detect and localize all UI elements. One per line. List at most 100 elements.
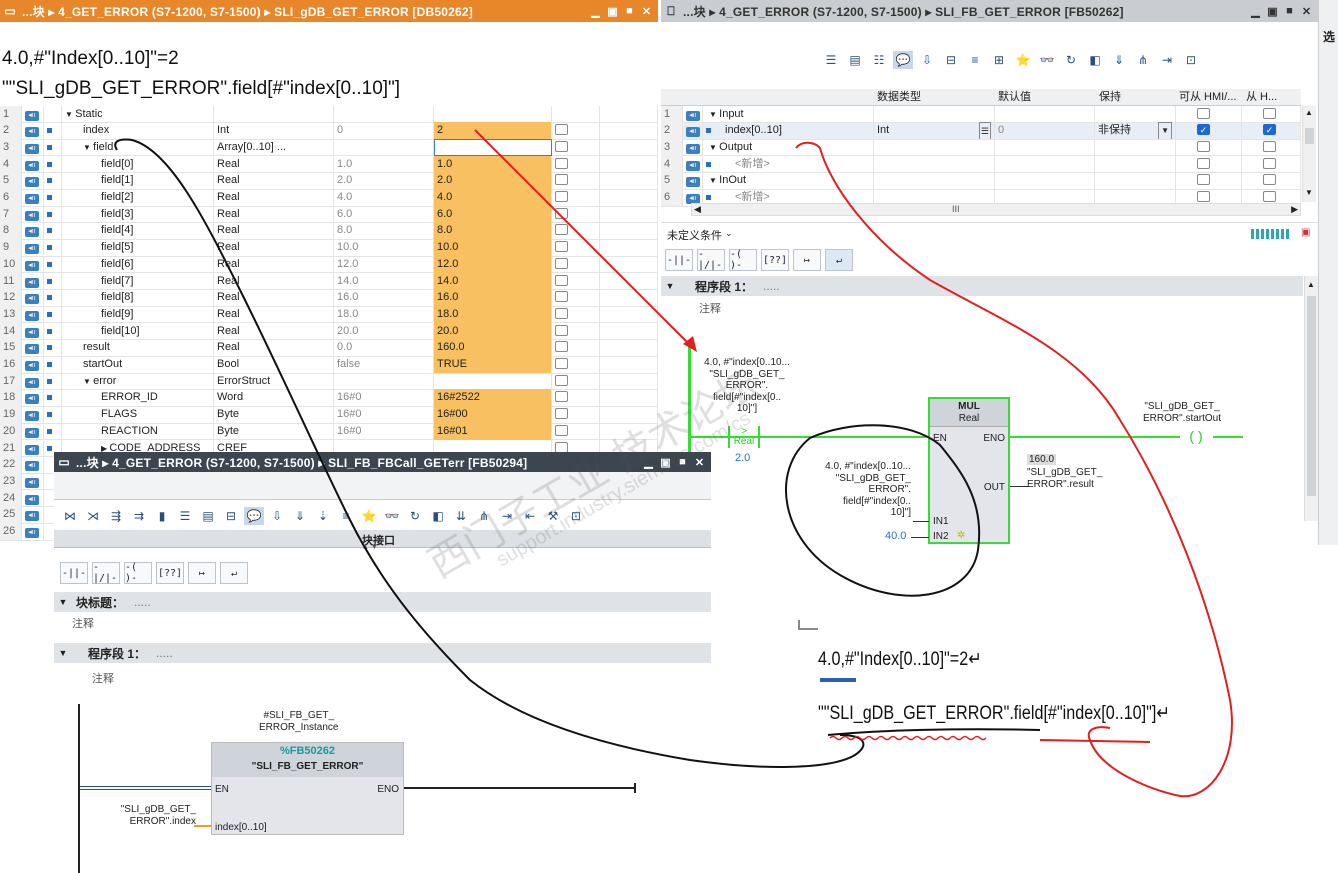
fb-call-block[interactable]: %FB50262 "SLI_FB_GET_ERROR" EN ENO index… xyxy=(211,742,404,835)
retain-checkbox[interactable] xyxy=(552,138,600,156)
iface-row[interactable]: 3 ◂ıı ▼ Output xyxy=(661,138,1301,157)
db-table-row[interactable]: 9 ◂ıı field[5] Real 10.0 10.0 xyxy=(0,239,658,257)
iface-default[interactable]: 0 xyxy=(995,122,1095,140)
checkbox-icon[interactable] xyxy=(555,207,568,219)
var-start-value[interactable] xyxy=(334,138,434,156)
db-table-row[interactable]: 20 ◂ıı REACTION Byte 16#0 16#01 xyxy=(0,422,658,441)
var-monitor-value[interactable]: 16#01 xyxy=(434,422,552,440)
retain-checkbox[interactable] xyxy=(552,272,600,290)
expand-toggle-icon[interactable]: ▼ xyxy=(83,377,93,386)
db-table-row[interactable]: 18 ◂ıı ERROR_ID Word 16#0 16#2522 xyxy=(0,389,658,407)
expand-toggle-icon[interactable]: ▼ xyxy=(709,110,719,119)
maximize-icon[interactable]: ■ xyxy=(623,5,636,18)
retain-checkbox[interactable] xyxy=(552,356,600,373)
block-title-header[interactable]: ▼ 块标题： ..... xyxy=(54,592,711,612)
checkbox-icon[interactable] xyxy=(555,441,568,453)
var-monitor-value[interactable]: TRUE xyxy=(434,356,552,373)
type-picker-icon[interactable]: ☰ xyxy=(978,122,991,140)
iface-type[interactable] xyxy=(874,172,995,190)
fb-segment-comment[interactable]: 注释 xyxy=(699,300,721,316)
expand-toggle-icon[interactable]: ▼ xyxy=(83,143,93,152)
monitor-icon[interactable]: 👓 xyxy=(1037,51,1057,69)
sort-icon[interactable]: ≡ xyxy=(965,51,985,69)
iface-type[interactable] xyxy=(874,138,995,156)
var-monitor-value[interactable]: 12.0 xyxy=(434,255,552,273)
checkbox-icon[interactable] xyxy=(1263,107,1276,119)
checkbox-icon[interactable] xyxy=(555,408,568,420)
retain-checkbox[interactable] xyxy=(552,155,600,173)
iface-hmi[interactable] xyxy=(1176,172,1242,190)
var-start-value[interactable]: 0.0 xyxy=(334,339,434,357)
move-icon[interactable]: ⇩ xyxy=(267,507,287,525)
iface-row[interactable]: 4 ◂ıı <新增> xyxy=(661,155,1301,174)
lines-icon[interactable]: ≡ xyxy=(336,507,356,525)
float-icon[interactable]: ▣ xyxy=(606,5,619,18)
favorites-chevron-icon[interactable]: ⌄ xyxy=(725,228,733,239)
var-monitor-value[interactable]: 18.0 xyxy=(434,305,552,323)
minimize-icon[interactable]: ▁ xyxy=(642,456,655,469)
var-start-value[interactable]: 2.0 xyxy=(334,172,434,190)
scroll-up-icon[interactable]: ▲ xyxy=(1305,108,1313,117)
iface-hmi[interactable] xyxy=(1176,105,1242,123)
var-start-value[interactable]: 14.0 xyxy=(334,272,434,290)
tools-icon[interactable]: ⚒ xyxy=(543,507,563,525)
var-monitor-value[interactable]: 16#00 xyxy=(434,406,552,424)
iface-row[interactable]: 1 ◂ıı ▼ Input xyxy=(661,105,1301,123)
var-start-value[interactable]: false xyxy=(334,356,434,373)
var-start-value[interactable]: 16.0 xyxy=(334,289,434,307)
iface-hscroll[interactable]: III ◀ ▶ xyxy=(691,203,1301,216)
var-monitor-value[interactable] xyxy=(434,138,552,156)
checkbox-icon[interactable] xyxy=(555,157,568,169)
checkbox-icon[interactable] xyxy=(555,174,568,186)
hdr-retain[interactable]: 保持 xyxy=(1096,89,1121,106)
var-monitor-value[interactable] xyxy=(434,105,552,123)
var-start-value[interactable]: 10.0 xyxy=(334,239,434,257)
expand-toggle-icon[interactable]: ▼ xyxy=(709,176,719,185)
retain-checkbox[interactable] xyxy=(552,372,600,390)
iface-default[interactable] xyxy=(995,138,1095,156)
outdent-icon[interactable]: ⇤ xyxy=(520,507,540,525)
var-start-value[interactable]: 18.0 xyxy=(334,305,434,323)
checkbox-icon[interactable]: ✓ xyxy=(1197,124,1210,136)
iface-from-h[interactable] xyxy=(1242,172,1301,190)
scroll-up-icon[interactable]: ▲ xyxy=(1307,280,1315,289)
iface-type[interactable] xyxy=(874,105,995,123)
checkbox-icon[interactable] xyxy=(1197,191,1210,202)
hdr-default[interactable]: 默认值 xyxy=(995,89,1031,106)
var-monitor-value[interactable]: 6.0 xyxy=(434,205,552,223)
nc-contact-button[interactable]: -|/|- xyxy=(92,562,120,584)
collapse-triangle-icon[interactable]: ▼ xyxy=(661,281,679,291)
db-table-row[interactable]: 1 ◂ıı ▼ Static xyxy=(0,105,658,123)
iface-row[interactable]: 5 ◂ıı ▼ InOut xyxy=(661,172,1301,190)
list-icon[interactable]: ☷ xyxy=(869,51,889,69)
db-table-row[interactable]: 12 ◂ıı field[8] Real 16.0 16.0 xyxy=(0,289,658,307)
expand-toggle-icon[interactable]: ▼ xyxy=(65,110,75,119)
db-table-row[interactable]: 2 ◂ıı index Int 0 2 xyxy=(0,122,658,140)
float-icon[interactable]: ▣ xyxy=(659,456,672,469)
retain-checkbox[interactable] xyxy=(552,406,600,424)
iface-hmi[interactable]: ✓ xyxy=(1176,122,1242,140)
filter-icon[interactable]: ⋔ xyxy=(474,507,494,525)
hdr-hmi[interactable]: 可从 HMI/... xyxy=(1176,89,1236,106)
retain-dropdown-icon[interactable]: ▼ xyxy=(1158,122,1172,140)
retain-checkbox[interactable] xyxy=(552,105,600,123)
nc-contact-button[interactable]: -|/|- xyxy=(697,249,725,271)
block-comment[interactable]: 注释 xyxy=(72,615,94,631)
retain-checkbox[interactable] xyxy=(552,322,600,340)
scroll-right-icon[interactable]: ▶ xyxy=(1291,204,1298,215)
iface-default[interactable] xyxy=(995,172,1095,190)
favorites-dropdown[interactable]: 未定义条件 xyxy=(667,227,722,243)
db-table-row[interactable]: 6 ◂ıı field[2] Real 4.0 4.0 xyxy=(0,189,658,207)
var-monitor-value[interactable]: 4.0 xyxy=(434,189,552,206)
close-icon[interactable]: ✕ xyxy=(693,456,706,469)
favorite-icon[interactable]: ⭐ xyxy=(359,507,379,525)
iface-from-h[interactable] xyxy=(1242,138,1301,156)
more-icon[interactable]: ⊡ xyxy=(566,507,586,525)
more-icon[interactable]: ⊡ xyxy=(1181,51,1201,69)
var-start-value[interactable]: 1.0 xyxy=(334,155,434,173)
fb-title-bar[interactable]: ⎕ ...块 ▸ 4_GET_ERROR (S7-1200, S7-1500) … xyxy=(661,0,1318,22)
indent-icon[interactable]: ⇥ xyxy=(1157,51,1177,69)
retain-checkbox[interactable] xyxy=(552,205,600,223)
insert-network-icon[interactable]: ▤ xyxy=(845,51,865,69)
retain-checkbox[interactable] xyxy=(552,422,600,440)
